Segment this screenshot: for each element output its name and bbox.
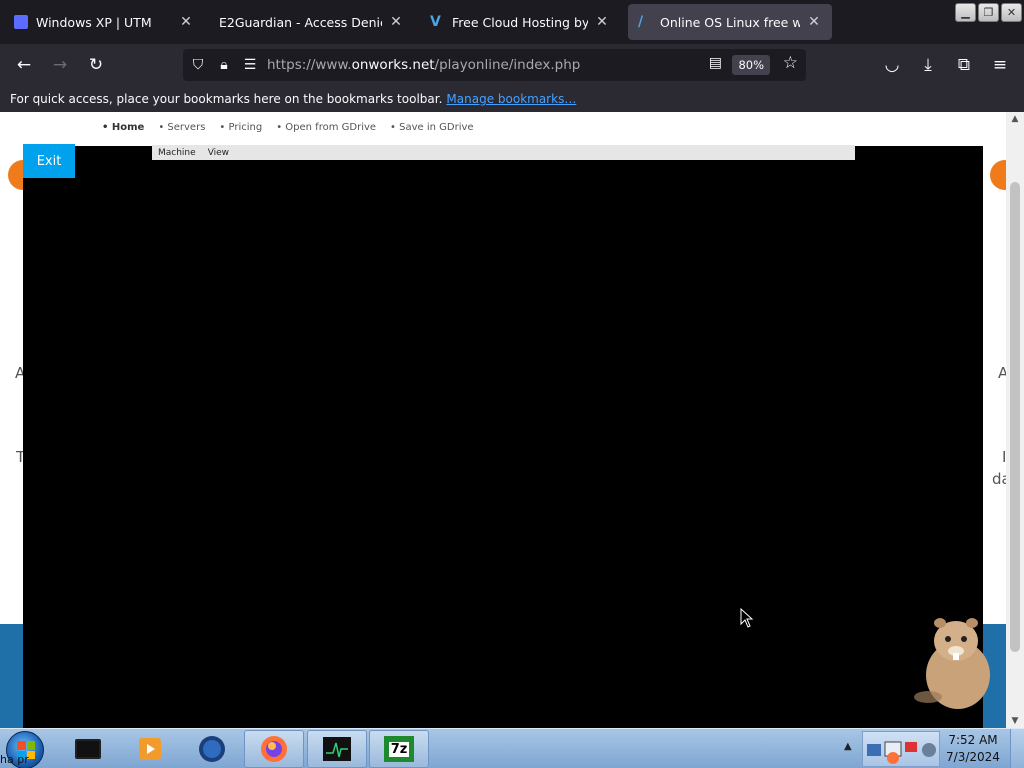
taskbar-media-player-app[interactable] [120,730,180,768]
terminal-icon [75,739,101,759]
media-player-icon [139,738,161,760]
onworks-icon: V [430,14,441,30]
downloads-icon[interactable]: ⤓ [914,52,942,78]
screen: Windows XP | UTM ✕ E2Guardian - Access D… [0,0,1024,768]
reload-button[interactable]: ↻ [82,52,110,78]
minimize-button[interactable]: ▁ [955,3,976,22]
show-desktop-button[interactable] [1010,729,1024,768]
permissions-icon[interactable]: ☰ [237,57,263,73]
seven-zip-icon: 7z [384,736,414,762]
taskbar-monitor-app[interactable] [307,730,367,768]
tab-label: E2Guardian - Access Denied [219,14,382,30]
back-button[interactable]: ← [10,52,38,78]
nav-home[interactable]: • Home [102,122,144,133]
zoom-badge[interactable]: 80% [732,55,770,75]
menu-machine[interactable]: Machine [158,148,196,158]
menu-icon[interactable]: ≡ [986,52,1014,78]
page-scrollbar[interactable]: ▲ ▼ [1006,112,1024,728]
forward-button[interactable]: → [46,52,74,78]
tab-windows-xp[interactable]: Windows XP | UTM ✕ [4,4,204,40]
taskbar-7zip-app[interactable]: 7z [369,730,429,768]
taskbar-globe-app[interactable] [182,730,242,768]
tab-onworks-linux[interactable]: / Online OS Linux free with O ✕ [628,4,832,40]
close-window-button[interactable]: ✕ [1001,3,1022,22]
system-tray [862,731,940,767]
clock[interactable]: 7:52 AM 7/3/2024 [942,732,1004,766]
mouse-cursor-icon [740,608,754,628]
bookmark-star-icon[interactable]: ☆ [783,53,798,73]
tab-e2guardian[interactable]: E2Guardian - Access Denied ✕ [209,4,414,40]
vm-menu-bar: Machine View [152,145,855,160]
nav-open-gdrive[interactable]: • Open from GDrive [276,122,376,133]
tab-onworks-hosting[interactable]: V Free Cloud Hosting by OnW ✕ [420,4,620,40]
tab-strip: Windows XP | UTM ✕ E2Guardian - Access D… [0,0,1024,44]
utm-icon [14,15,28,29]
tab-label: Windows XP | UTM [36,14,152,30]
system-monitor-icon [323,737,351,761]
tab-label: Free Cloud Hosting by OnW [452,14,588,30]
exit-button[interactable]: Exit [23,144,75,178]
nav-save-gdrive[interactable]: • Save in GDrive [390,122,474,133]
bookmarks-hint: For quick access, place your bookmarks h… [10,92,443,106]
manage-bookmarks-link[interactable]: Manage bookmarks… [446,92,576,106]
extensions-icon[interactable]: ⧉ [950,52,978,78]
url-bar[interactable]: ⛉ 🔒︎ ☰ https://www.onworks.net/playonlin… [183,49,806,81]
shield-icon[interactable]: ⛉ [185,57,211,73]
clock-date: 7/3/2024 [946,750,1000,764]
web-page: • Home • Servers • Pricing • Open from G… [0,112,1024,728]
close-icon[interactable]: ✕ [806,14,822,30]
lock-icon[interactable]: 🔒︎ [211,57,237,73]
scroll-up-arrow-icon[interactable]: ▲ [1006,114,1024,124]
nav-pricing[interactable]: • Pricing [219,122,262,133]
site-nav: • Home • Servers • Pricing • Open from G… [102,122,474,133]
nav-bar: ← → ↻ ⛉ 🔒︎ ☰ https://www.onworks.net/pla… [0,44,1024,86]
taskbar-firefox-app[interactable] [244,730,304,768]
restore-button[interactable]: ❐ [978,3,999,22]
pocket-icon[interactable]: ◡ [878,52,906,78]
close-icon[interactable]: ✕ [594,14,610,30]
firefox-icon [261,736,287,762]
scroll-down-arrow-icon[interactable]: ▼ [1006,716,1024,726]
window-controls: ▁ ❐ ✕ [955,3,1022,22]
taskbar-terminal-app[interactable] [58,730,118,768]
url-text[interactable]: https://www.onworks.net/playonline/index… [267,57,580,73]
hamster-mascot-icon [914,618,990,709]
globe-icon [199,736,225,762]
tray-expand-icon[interactable]: ▲ [844,741,852,752]
vm-viewer[interactable] [23,146,983,728]
close-icon[interactable]: ✕ [388,14,404,30]
taskbar: ha pr 7z ▲ 7:52 AM 7/3/2024 [0,728,1024,768]
nav-servers[interactable]: • Servers [158,122,205,133]
hidden-label: ha pr [0,753,29,766]
menu-view[interactable]: View [208,148,229,158]
reader-view-icon[interactable]: ▤ [709,55,722,71]
clock-time: 7:52 AM [948,733,998,747]
tray-icons [867,741,936,764]
scroll-thumb[interactable] [1010,182,1020,652]
bookmarks-bar: For quick access, place your bookmarks h… [0,86,1024,112]
tab-label: Online OS Linux free with O [660,14,800,30]
close-icon[interactable]: ✕ [178,14,194,30]
onworks-icon: / [638,14,644,30]
